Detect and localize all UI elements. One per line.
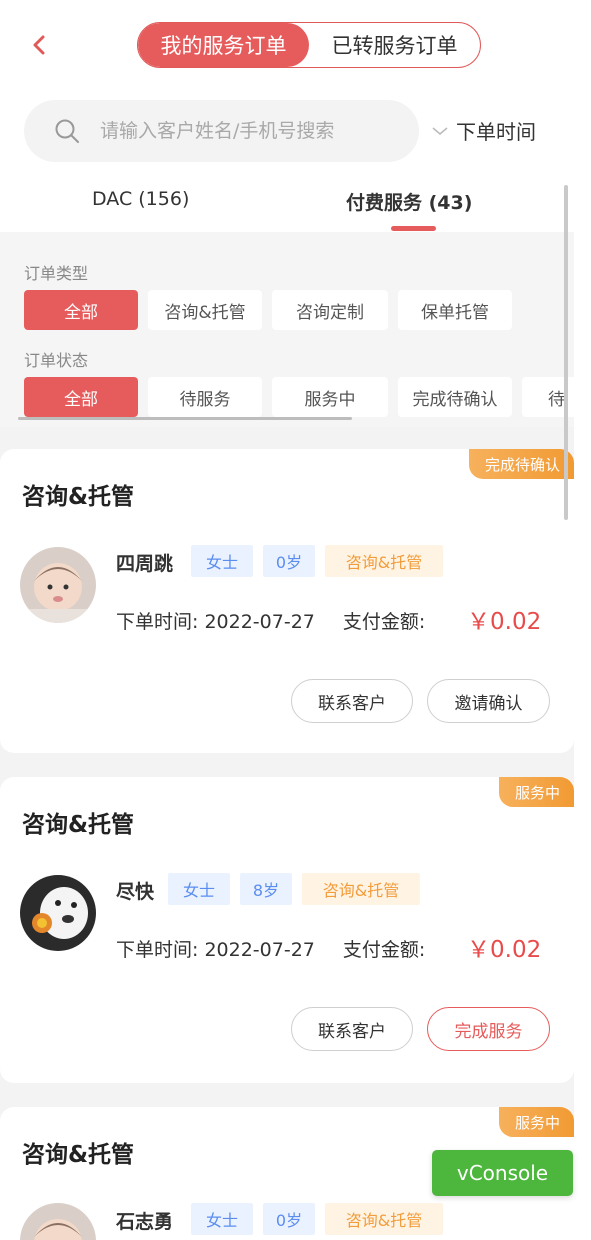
- header: 我的服务订单 已转服务订单 下单时间 DAC (156) 付费服务 (43): [0, 0, 574, 232]
- segment-transferred-orders[interactable]: 已转服务订单: [309, 23, 480, 67]
- order-time-label: 下单时间:: [116, 611, 199, 633]
- type-chip-all[interactable]: 全部: [24, 290, 138, 330]
- status-badge: 服务中: [498, 777, 574, 807]
- order-segment-control: 我的服务订单 已转服务订单: [137, 22, 481, 68]
- order-card: 完成待确认 咨询&托管 四周跳 女士 0岁 咨询&托管 下单时间: 2022-0…: [0, 449, 574, 753]
- order-type-label: 订单类型: [24, 264, 89, 283]
- order-time: 2022-07-27: [204, 939, 315, 961]
- page: 我的服务订单 已转服务订单 下单时间 DAC (156) 付费服务 (43) 订…: [0, 0, 574, 1240]
- amount-label: 支付金额:: [342, 939, 426, 961]
- active-tab-indicator: [391, 226, 436, 231]
- age-tag: 0岁: [263, 545, 315, 577]
- complete-service-button[interactable]: 完成服务: [427, 1007, 550, 1051]
- avatar: [20, 1203, 96, 1240]
- service-tag: 咨询&托管: [325, 1203, 443, 1235]
- search-input[interactable]: [100, 120, 400, 142]
- tab-paid-service[interactable]: 付费服务 (43): [346, 188, 472, 215]
- status-chip-pending[interactable]: 待服务: [148, 377, 262, 417]
- amount-value: ￥0.02: [467, 609, 542, 635]
- vertical-scrollbar[interactable]: [564, 185, 568, 520]
- avatar: [20, 875, 96, 951]
- filter-panel: 订单类型 全部 咨询&托管 咨询定制 保单托管 订单状态 全部 待服务 服务中 …: [0, 232, 574, 427]
- search-box[interactable]: [24, 100, 419, 162]
- invite-confirm-button[interactable]: 邀请确认: [427, 679, 550, 723]
- order-title: 咨询&托管: [22, 812, 135, 838]
- gender-tag: 女士: [168, 873, 230, 905]
- vconsole-button[interactable]: vConsole: [432, 1150, 573, 1196]
- gender-tag: 女士: [191, 1203, 253, 1235]
- status-chip-in-service[interactable]: 服务中: [272, 377, 388, 417]
- avatar: [20, 547, 96, 623]
- order-status-label: 订单状态: [24, 351, 89, 370]
- horizontal-scrollbar[interactable]: [18, 417, 352, 420]
- customer-name: 石志勇: [116, 1211, 174, 1233]
- order-meta: 下单时间: 2022-07-27 支付金额:: [116, 607, 425, 634]
- status-chip-awaiting-confirm[interactable]: 完成待确认: [398, 377, 512, 417]
- order-time: 2022-07-27: [204, 611, 315, 633]
- gender-tag: 女士: [191, 545, 253, 577]
- chevron-down-icon: [432, 126, 448, 135]
- back-icon[interactable]: [26, 30, 54, 60]
- age-tag: 0岁: [263, 1203, 315, 1235]
- type-chip-consult-custody[interactable]: 咨询&托管: [148, 290, 262, 330]
- order-card: 服务中 咨询&托管 尽快 女士 8岁 咨询&托管 下单时间: 2022-07-2…: [0, 777, 574, 1083]
- amount-label: 支付金额:: [342, 611, 426, 633]
- type-chip-policy-custody[interactable]: 保单托管: [398, 290, 512, 330]
- segment-my-orders[interactable]: 我的服务订单: [138, 23, 309, 67]
- order-status-chips: 全部 待服务 服务中 完成待确认 待: [24, 377, 574, 417]
- tab-bar: DAC (156) 付费服务 (43): [0, 180, 574, 232]
- status-badge: 服务中: [498, 1107, 574, 1137]
- contact-customer-button[interactable]: 联系客户: [291, 679, 413, 723]
- contact-customer-button[interactable]: 联系客户: [291, 1007, 413, 1051]
- order-meta: 下单时间: 2022-07-27 支付金额:: [116, 935, 425, 962]
- tab-dac[interactable]: DAC (156): [92, 188, 189, 210]
- search-icon: [55, 119, 79, 143]
- service-tag: 咨询&托管: [325, 545, 443, 577]
- age-tag: 8岁: [240, 873, 292, 905]
- status-badge: 完成待确认: [468, 449, 574, 479]
- sort-dropdown[interactable]: 下单时间: [430, 116, 536, 145]
- customer-name: 尽快: [116, 881, 155, 903]
- page-edge: [574, 0, 591, 1240]
- sort-label: 下单时间: [456, 120, 536, 144]
- service-tag: 咨询&托管: [302, 873, 420, 905]
- order-time-label: 下单时间:: [116, 939, 199, 961]
- amount-value: ￥0.02: [467, 937, 542, 963]
- order-title: 咨询&托管: [22, 1142, 135, 1168]
- customer-name: 四周跳: [116, 553, 174, 575]
- type-chip-consult-custom[interactable]: 咨询定制: [272, 290, 388, 330]
- order-type-chips: 全部 咨询&托管 咨询定制 保单托管: [24, 290, 512, 330]
- status-chip-all[interactable]: 全部: [24, 377, 138, 417]
- order-title: 咨询&托管: [22, 484, 135, 510]
